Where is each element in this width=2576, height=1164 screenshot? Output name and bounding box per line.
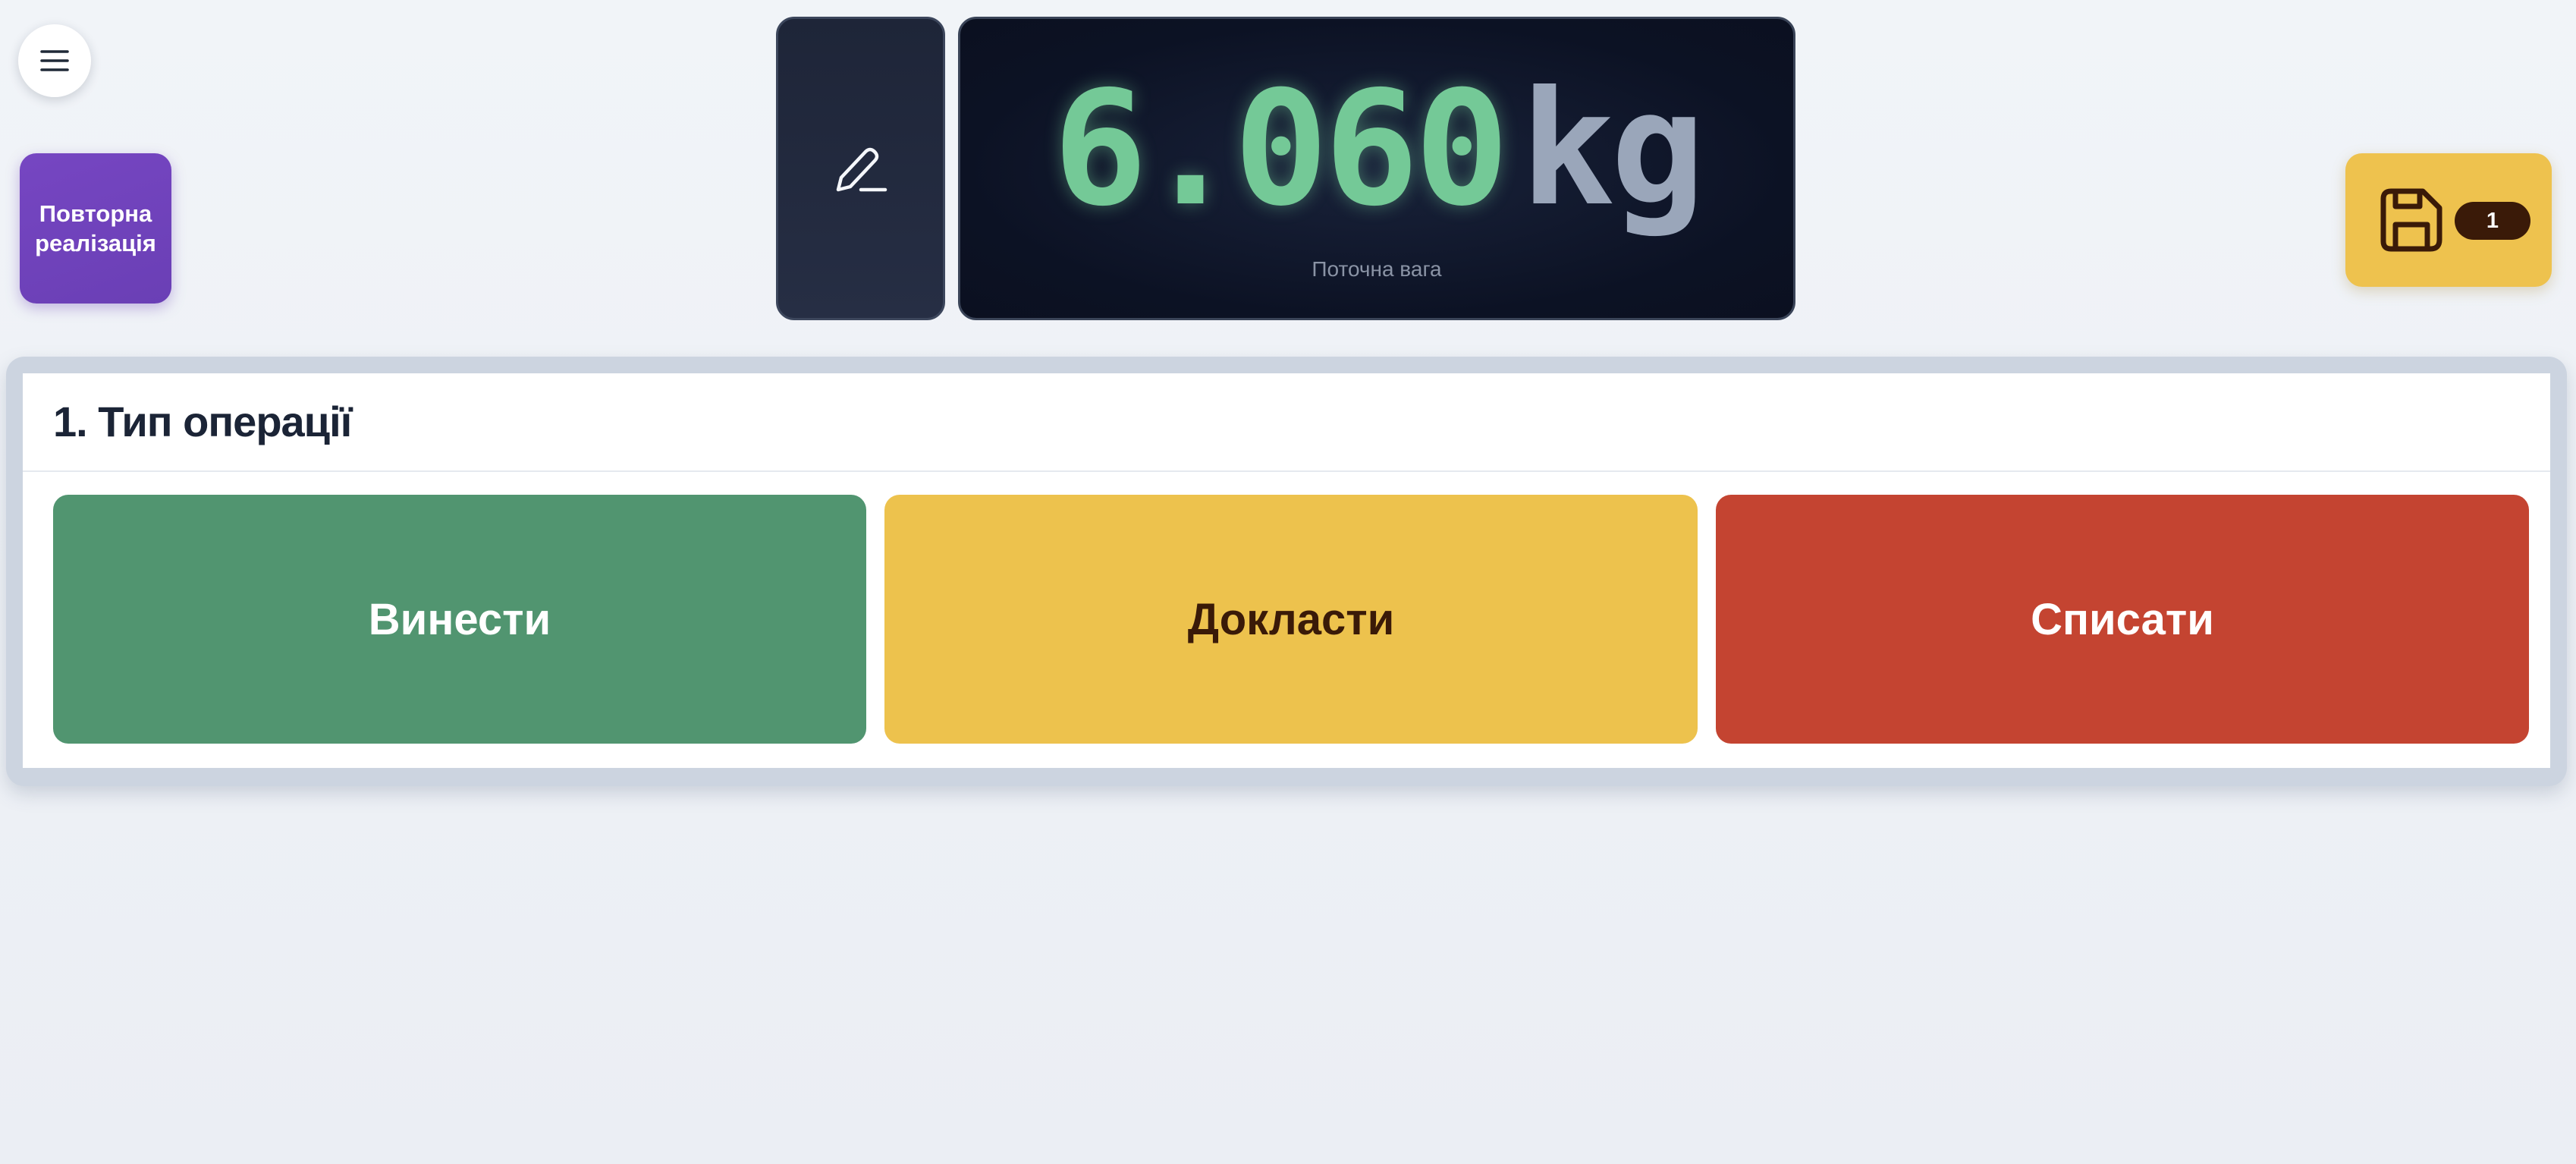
pencil-icon [836,147,887,192]
operation-type-card: 1. Тип операції Винести Докласти Списати [6,357,2567,786]
resale-button[interactable]: Повторна реалізація [20,153,171,304]
add-button[interactable]: Докласти [884,495,1698,744]
write-off-button[interactable]: Списати [1716,495,2529,744]
pending-count-badge: 1 [2455,202,2530,240]
save-button[interactable]: 1 [2345,153,2552,287]
take-out-button[interactable]: Винести [53,495,866,744]
weight-readout: 6.060kg [960,71,1793,228]
weight-unit: kg [1519,58,1705,241]
menu-icon [40,50,69,71]
edit-weight-button[interactable] [776,17,945,320]
resale-button-label: Повторна реалізація [35,200,156,256]
operation-type-title: 1. Тип операції [53,398,352,445]
weight-value: 6.060 [1052,58,1509,241]
divider [23,470,2550,472]
save-icon [2380,188,2442,252]
menu-button[interactable] [18,24,91,97]
weight-caption: Поточна вага [1312,257,1442,281]
operation-type-panel: 1. Тип операції Винести Докласти Списати [23,373,2550,768]
weight-display: 6.060kg Поточна вага [958,17,1795,320]
